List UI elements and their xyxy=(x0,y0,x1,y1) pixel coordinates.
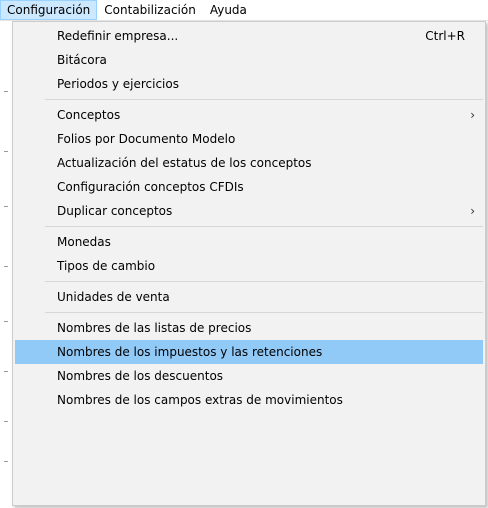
menubar-configuracion[interactable]: Configuración xyxy=(0,0,98,20)
menu-item-label: Nombres de los impuestos y las retencion… xyxy=(57,345,323,359)
menu-item-label: Nombres de los descuentos xyxy=(57,369,224,383)
menu-item-label: Tipos de cambio xyxy=(57,259,156,273)
menu-item-label: Conceptos xyxy=(57,108,121,122)
background-tick xyxy=(4,371,8,372)
menu-separator xyxy=(45,226,483,227)
background-tick xyxy=(4,421,8,422)
background-tick xyxy=(4,91,8,92)
menu-item-label: Actualización del estatus de los concept… xyxy=(57,156,312,170)
background-tick xyxy=(4,461,8,462)
background-tick xyxy=(4,266,8,267)
configuracion-dropdown-menu: Redefinir empresa... Ctrl+R Bitácora Per… xyxy=(12,21,486,506)
menu-item-label: Periodos y ejercicios xyxy=(57,77,179,91)
background-window-edge xyxy=(0,21,12,508)
menu-separator xyxy=(45,312,483,313)
background-tick xyxy=(4,206,8,207)
menu-item-listas-precios[interactable]: Nombres de las listas de precios xyxy=(13,316,485,340)
menu-item-conceptos[interactable]: Conceptos › xyxy=(13,103,485,127)
menu-item-configuracion-cfdis[interactable]: Configuración conceptos CFDIs xyxy=(13,175,485,199)
menu-item-redefinir-empresa[interactable]: Redefinir empresa... Ctrl+R xyxy=(13,24,485,48)
menu-item-label: Folios por Documento Modelo xyxy=(57,132,236,146)
menu-item-monedas[interactable]: Monedas xyxy=(13,230,485,254)
menubar-ayuda[interactable]: Ayuda xyxy=(203,0,254,20)
menu-bar: Configuración Contabilización Ayuda xyxy=(0,0,488,21)
background-tick xyxy=(4,151,8,152)
chevron-right-icon: › xyxy=(470,108,475,122)
menu-item-duplicar-conceptos[interactable]: Duplicar conceptos › xyxy=(13,199,485,223)
background-tick xyxy=(4,321,8,322)
menu-item-label: Monedas xyxy=(57,235,111,249)
menu-item-campos-extras[interactable]: Nombres de los campos extras de movimien… xyxy=(13,388,485,412)
menu-item-folios[interactable]: Folios por Documento Modelo xyxy=(13,127,485,151)
menu-separator xyxy=(45,281,483,282)
menu-item-label: Bitácora xyxy=(57,53,107,67)
menu-item-impuestos-retenciones[interactable]: Nombres de los impuestos y las retencion… xyxy=(15,340,483,364)
menu-item-label: Unidades de venta xyxy=(57,290,170,304)
menu-item-label: Configuración conceptos CFDIs xyxy=(57,180,244,194)
menu-item-label: Redefinir empresa... xyxy=(57,29,179,43)
menu-item-periodos-ejercicios[interactable]: Periodos y ejercicios xyxy=(13,72,485,96)
menu-item-descuentos[interactable]: Nombres de los descuentos xyxy=(13,364,485,388)
menu-item-label: Duplicar conceptos xyxy=(57,204,173,218)
menu-item-label: Nombres de las listas de precios xyxy=(57,321,252,335)
menu-item-unidades-venta[interactable]: Unidades de venta xyxy=(13,285,485,309)
menu-item-bitacora[interactable]: Bitácora xyxy=(13,48,485,72)
menu-item-label: Nombres de los campos extras de movimien… xyxy=(57,393,343,407)
menu-item-actualizacion-estatus[interactable]: Actualización del estatus de los concept… xyxy=(13,151,485,175)
menu-item-shortcut: Ctrl+R xyxy=(425,29,465,43)
chevron-right-icon: › xyxy=(470,204,475,218)
menu-separator xyxy=(45,99,483,100)
menu-item-tipos-cambio[interactable]: Tipos de cambio xyxy=(13,254,485,278)
menubar-contabilizacion[interactable]: Contabilización xyxy=(97,0,203,20)
